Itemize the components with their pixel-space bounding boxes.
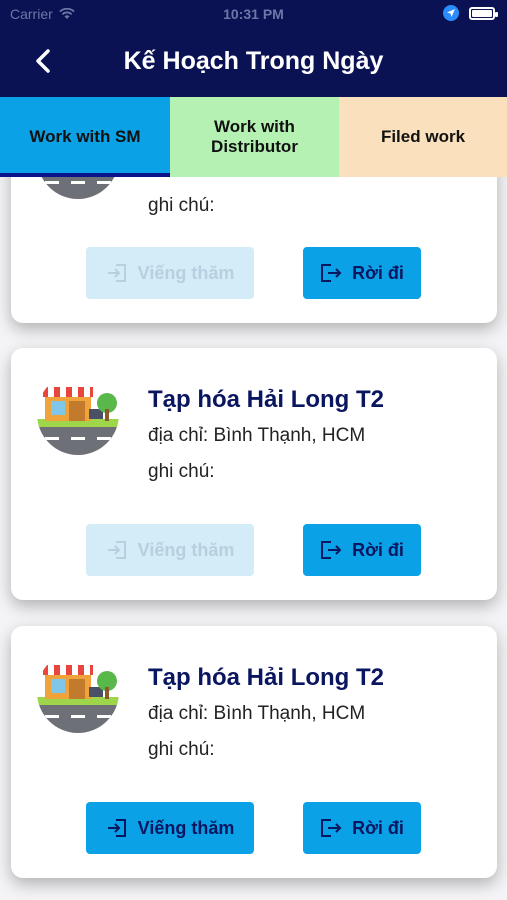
plan-list[interactable]: ghi chú: Viếng thăm Rời đi Tạp hóa Hải L… (0, 177, 507, 900)
visit-button[interactable]: Viếng thăm (86, 802, 254, 854)
status-time: 10:31 PM (223, 6, 284, 22)
battery-icon (469, 6, 498, 20)
store-card[interactable]: ghi chú: Viếng thăm Rời đi (11, 177, 497, 323)
leave-button[interactable]: Rời đi (303, 524, 421, 576)
logout-icon (321, 819, 342, 837)
page-title: Kế Hoạch Trong Ngày (123, 47, 384, 75)
visit-label: Viếng thăm (137, 539, 235, 560)
tab-work-with-sm[interactable]: Work with SM (0, 97, 170, 177)
leave-label: Rời đi (352, 539, 404, 560)
tab-label: Work with SM (29, 127, 141, 146)
app-header: Carrier 10:31 PM Kế Hoạch Trong Ngày (0, 0, 507, 97)
store-address: địa chỉ: Bình Thạnh, HCM (148, 703, 366, 724)
status-right (443, 5, 498, 21)
leave-button[interactable]: Rời đi (303, 247, 421, 299)
leave-button[interactable]: Rời đi (303, 802, 421, 854)
login-icon (107, 264, 126, 282)
logout-icon (321, 541, 342, 559)
store-address: địa chỉ: Bình Thạnh, HCM (148, 425, 366, 446)
login-icon (107, 819, 126, 837)
shop-icon (37, 177, 119, 199)
store-note: ghi chú: (148, 461, 215, 482)
login-icon (107, 541, 126, 559)
leave-label: Rời đi (352, 817, 404, 838)
status-bar: Carrier 10:31 PM (0, 0, 507, 28)
leave-label: Rời đi (352, 262, 404, 283)
visit-button[interactable]: Viếng thăm (86, 524, 254, 576)
visit-button[interactable]: Viếng thăm (86, 247, 254, 299)
store-card[interactable]: Tạp hóa Hải Long T2 địa chỉ: Bình Thạnh,… (11, 626, 497, 878)
tab-filed-work[interactable]: Filed work (339, 97, 507, 177)
tab-label: Work with Distributor (211, 117, 298, 156)
visit-label: Viếng thăm (137, 817, 235, 838)
store-name: Tạp hóa Hải Long T2 (148, 664, 385, 691)
visit-label: Viếng thăm (137, 262, 235, 283)
logout-icon (321, 264, 342, 282)
store-note: ghi chú: (148, 739, 215, 760)
store-card[interactable]: Tạp hóa Hải Long T2 địa chỉ: Bình Thạnh,… (11, 348, 497, 600)
tab-work-with-distributor[interactable]: Work with Distributor (170, 97, 339, 177)
tab-bar: Work with SM Work with Distributor Filed… (0, 97, 507, 177)
location-arrow-icon (443, 5, 459, 21)
store-note: ghi chú: (148, 195, 215, 216)
shop-icon (37, 373, 119, 455)
tab-label: Filed work (380, 127, 466, 146)
store-name: Tạp hóa Hải Long T2 (148, 386, 385, 413)
shop-icon (37, 651, 119, 733)
